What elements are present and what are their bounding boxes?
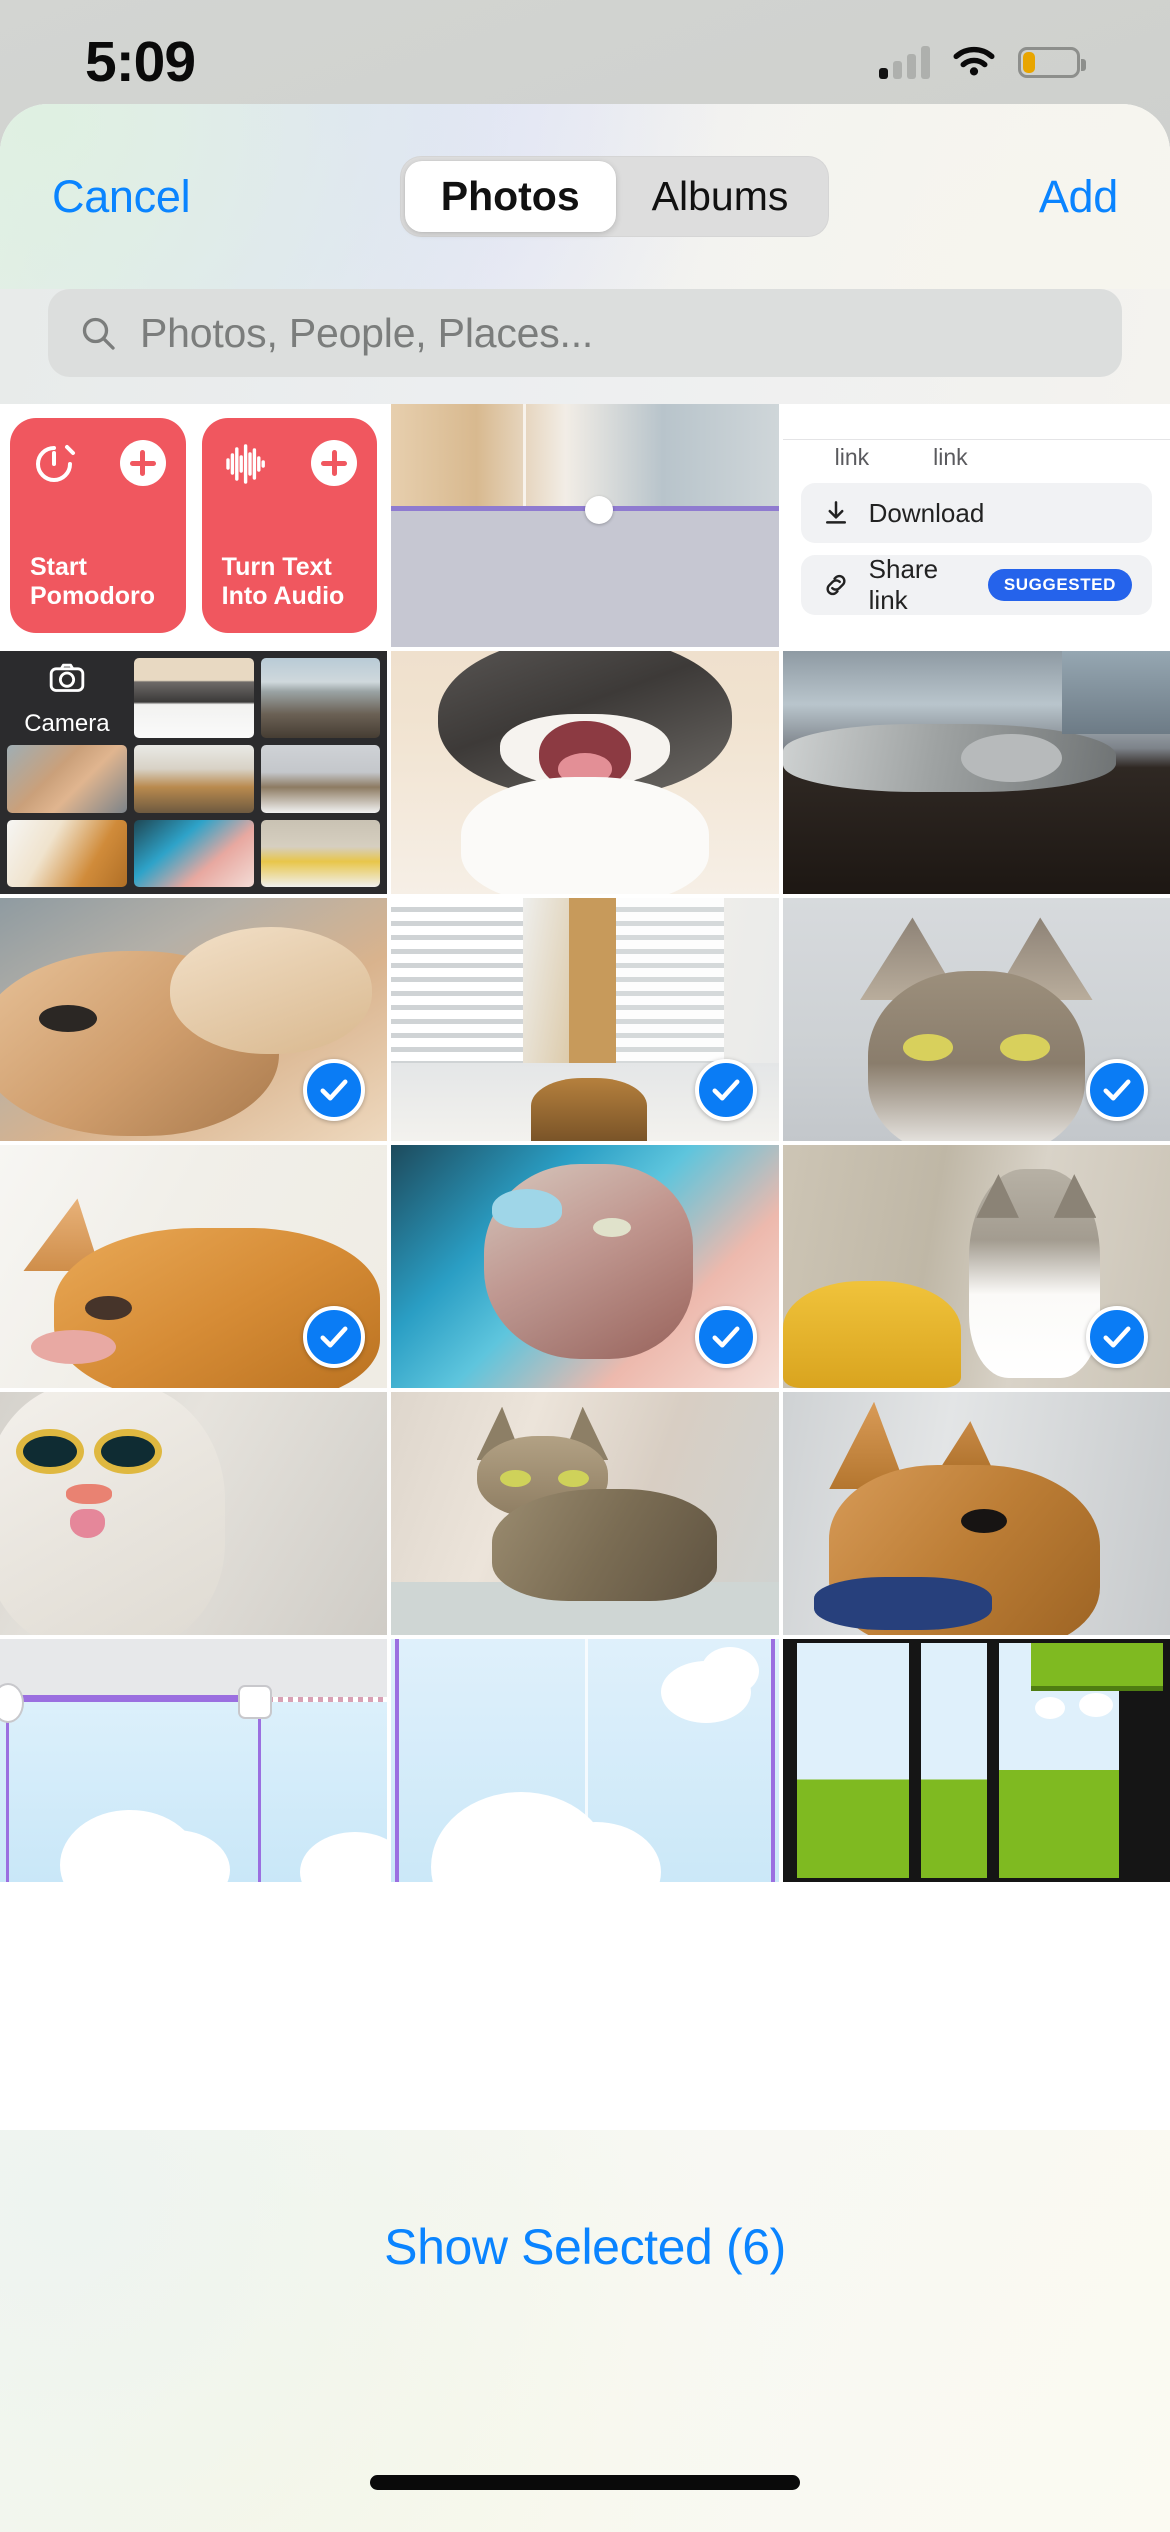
link-icon (826, 574, 846, 596)
download-icon (825, 501, 846, 524)
widget-tile-start-pomodoro[interactable]: Start Pomodoro (10, 418, 186, 633)
timer-icon (36, 445, 75, 482)
collage-thumb[interactable] (260, 819, 381, 887)
checkmark-icon (712, 1079, 740, 1101)
status-time: 5:09 (85, 30, 196, 94)
checkmark-icon (320, 1079, 348, 1101)
checkmark-icon (1103, 1326, 1131, 1348)
photo-selected-check[interactable] (694, 1306, 757, 1368)
screenshot-link-label: link (933, 444, 968, 470)
status-bar: 5:09 (0, 0, 1170, 110)
bottom-toolbar: Show Selected (6) (0, 2130, 1170, 2532)
suggested-badge: SUGGESTED (987, 569, 1132, 601)
widget-tile-turn-text-into-audio[interactable]: Turn Text Into Audio (201, 418, 378, 633)
photo-selected-check[interactable] (1086, 1059, 1148, 1121)
screenshot-links: link link (783, 440, 1170, 471)
status-indicators (879, 45, 1086, 79)
search-zone: Photos, People, Places... (0, 289, 1170, 404)
battery-icon (1018, 46, 1086, 78)
grid-cell-photo[interactable] (391, 404, 779, 647)
grid-cell-photo[interactable] (391, 651, 779, 894)
grid-cell-video-editor[interactable] (0, 1639, 388, 1882)
camera-label: Camera (24, 710, 110, 737)
screenshot-row-label: Share link (868, 554, 939, 615)
grid-cell-photo[interactable] (391, 1145, 779, 1388)
grid-cell-video-filmstrip[interactable] (782, 1639, 1170, 1882)
collage-thumb[interactable] (133, 658, 254, 738)
wifi-icon (953, 46, 995, 76)
grid-cell-shortcuts-widget[interactable]: Start Pomodoro Turn Text Into Audio (0, 404, 388, 647)
photo-selected-check[interactable] (1086, 1306, 1148, 1368)
collage-thumb[interactable] (133, 819, 254, 887)
show-selected-button[interactable]: Show Selected (6) (384, 2218, 786, 2276)
grid-cell-photo[interactable] (0, 1392, 388, 1635)
photo-grid[interactable]: Start Pomodoro Turn Text Into Audio link… (0, 404, 1170, 2234)
collage-thumb[interactable] (260, 745, 381, 813)
home-indicator[interactable] (370, 2475, 800, 2490)
waveform-icon (225, 444, 265, 484)
tab-albums[interactable]: Albums (616, 161, 825, 232)
camera-icon (49, 663, 85, 692)
search-icon (82, 317, 115, 350)
checkmark-icon (1103, 1079, 1131, 1101)
photo-picker-sheet: Cancel Photos Albums Add Photos, People,… (0, 104, 1170, 2532)
photo-selected-check[interactable] (694, 1059, 757, 1121)
grid-cell-video-clouds[interactable] (391, 1639, 779, 1882)
widget-tile-label: Start Pomodoro (30, 553, 155, 610)
checkmark-icon (320, 1326, 348, 1348)
cellular-signal-icon (879, 45, 930, 79)
photo-selected-check[interactable] (303, 1306, 366, 1368)
grid-cell-photo[interactable] (782, 1392, 1170, 1635)
camera-button[interactable]: Camera (7, 658, 127, 738)
add-button[interactable]: Add (1039, 171, 1118, 223)
photo-selected-check[interactable] (303, 1059, 366, 1121)
grid-cell-camera-collage[interactable]: Camera (0, 651, 388, 894)
checkmark-icon (712, 1326, 740, 1348)
screenshot-row-share-link[interactable]: Share link SUGGESTED (800, 554, 1152, 615)
search-input[interactable]: Photos, People, Places... (48, 289, 1122, 377)
grid-cell-photo[interactable] (391, 898, 779, 1141)
grid-cell-photo[interactable] (0, 1145, 388, 1388)
grid-cell-screenshot[interactable]: link link Download Share link SUGGESTED (782, 404, 1170, 647)
collage-thumb[interactable] (7, 819, 127, 887)
phone-screen: 5:09 Cancel Photos Albums Add Photos, Pe… (0, 0, 1170, 2532)
grid-cell-photo[interactable] (782, 1145, 1170, 1388)
screenshot-link-label: link (834, 444, 870, 470)
grid-cell-photo[interactable] (782, 651, 1170, 894)
screenshot-row-download[interactable]: Download (800, 483, 1152, 543)
screenshot-row-label: Download (868, 497, 985, 528)
picker-header: Cancel Photos Albums Add (0, 104, 1170, 289)
grid-cell-photo[interactable] (0, 898, 388, 1141)
widget-tile-label: Turn Text Into Audio (221, 553, 345, 610)
photos-albums-segmented-control[interactable]: Photos Albums (399, 156, 830, 237)
plus-icon[interactable] (311, 440, 358, 486)
tab-photos[interactable]: Photos (404, 161, 616, 232)
plus-icon[interactable] (119, 440, 166, 486)
grid-cell-photo[interactable] (782, 898, 1170, 1141)
collage-thumb[interactable] (133, 745, 254, 813)
collage-thumb[interactable] (260, 658, 381, 738)
collage-thumb[interactable] (7, 745, 127, 813)
grid-cell-photo[interactable] (391, 1392, 779, 1635)
cancel-button[interactable]: Cancel (52, 171, 191, 223)
search-placeholder: Photos, People, Places... (140, 309, 594, 356)
